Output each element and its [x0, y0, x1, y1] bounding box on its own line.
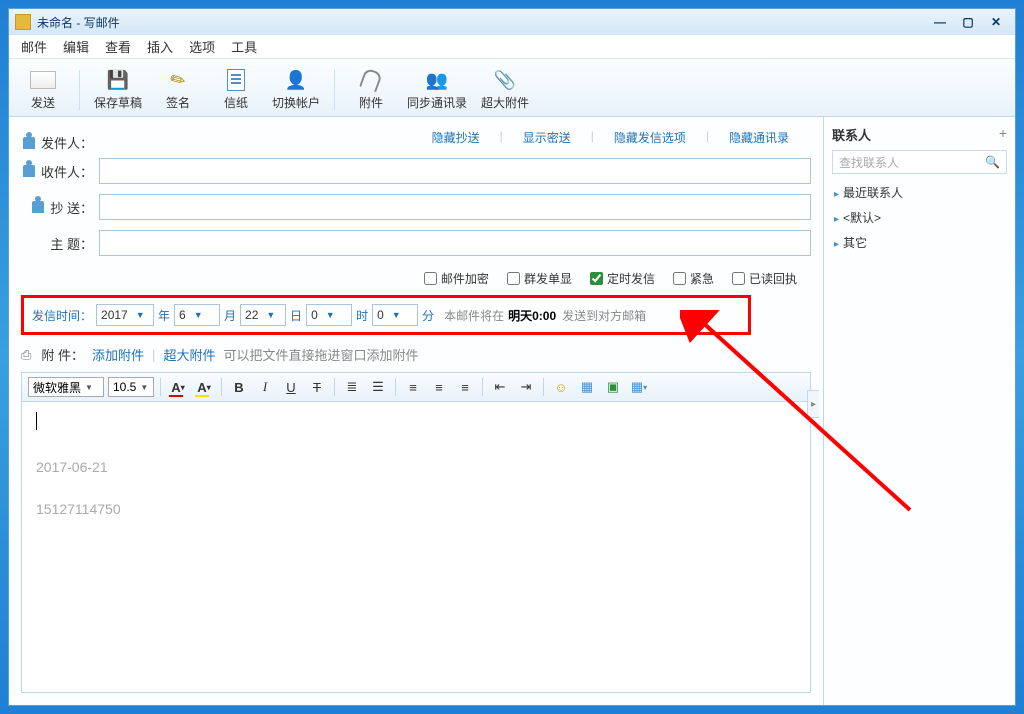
urgent-checkbox[interactable]: 紧急	[673, 270, 714, 287]
hour-select[interactable]: 0▼	[306, 304, 352, 326]
contacts-title: 联系人	[832, 125, 871, 144]
envelope-icon	[30, 71, 56, 89]
signature-button[interactable]: ✎签名	[156, 68, 200, 111]
font-select[interactable]: 微软雅黑▼	[28, 377, 104, 397]
search-icon: 🔍	[985, 155, 1000, 169]
align-center-button[interactable]: ≡	[428, 377, 450, 397]
font-color-button[interactable]: A▾	[167, 377, 189, 397]
hide-contacts-link[interactable]: 隐藏通讯录	[721, 129, 797, 146]
size-select[interactable]: 10.5▼	[108, 377, 154, 397]
header-links: 隐藏抄送 | 显示密送 | 隐藏发信选项 | 隐藏通讯录	[93, 129, 811, 146]
subject-input[interactable]	[99, 230, 811, 256]
month-select[interactable]: 6▼	[174, 304, 220, 326]
bold-button[interactable]: B	[228, 377, 250, 397]
save-draft-button[interactable]: 💾保存草稿	[94, 68, 142, 111]
big-attachment-button[interactable]: 📎超大附件	[481, 68, 529, 111]
hide-cc-link[interactable]: 隐藏抄送	[424, 129, 488, 146]
table-button[interactable]: ▦▾	[628, 377, 650, 397]
person-icon	[23, 137, 35, 149]
receipt-checkbox[interactable]: 已读回执	[732, 270, 797, 287]
paper-icon	[223, 68, 249, 92]
body-line-2: 15127114750	[36, 501, 796, 517]
italic-button[interactable]: I	[254, 377, 276, 397]
to-label: 收件人：	[41, 162, 93, 181]
contacts-group-recent[interactable]: 最近联系人	[832, 180, 1007, 205]
menu-insert[interactable]: 插入	[147, 37, 173, 56]
send-button[interactable]: 发送	[21, 68, 65, 111]
menu-view[interactable]: 查看	[105, 37, 131, 56]
titlebar: 未命名 - 写邮件 — ▢ ✕	[9, 9, 1015, 35]
encrypt-checkbox[interactable]: 邮件加密	[424, 270, 489, 287]
switch-icon: 👤	[283, 68, 309, 92]
list-ul-button[interactable]: ☰	[367, 377, 389, 397]
contacts-group-other[interactable]: 其它	[832, 230, 1007, 255]
window-title: 未命名 - 写邮件	[37, 14, 927, 31]
save-icon: 💾	[105, 68, 131, 92]
contacts-panel: 联系人 + 查找联系人 🔍 最近联系人 <默认> 其它	[823, 117, 1015, 705]
editor-body[interactable]: 2017-06-21 15127114750	[21, 402, 811, 693]
sync-icon: 👥	[424, 68, 450, 92]
compose-area: 发件人： 隐藏抄送 | 显示密送 | 隐藏发信选项 | 隐藏通讯录 收件	[9, 117, 823, 705]
show-bcc-link[interactable]: 显示密送	[515, 129, 579, 146]
attach-row: ⎙ 附 件： 添加附件 | 超大附件 可以把文件直接拖进窗口添加附件	[21, 341, 811, 372]
menu-options[interactable]: 选项	[189, 37, 215, 56]
indent-right-button[interactable]: ⇥	[515, 377, 537, 397]
editor-toolbar: 微软雅黑▼ 10.5▼ A▾ A▾ B I U T ≣ ☰ ≡ ≡ ≡ ⇤ ⇥	[21, 372, 811, 402]
contacts-group-default[interactable]: <默认>	[832, 205, 1007, 230]
align-right-button[interactable]: ≡	[454, 377, 476, 397]
scheduled-checkbox[interactable]: 定时发信	[590, 270, 655, 287]
cc-input[interactable]	[99, 194, 811, 220]
mass-checkbox[interactable]: 群发单显	[507, 270, 572, 287]
day-select[interactable]: 22▼	[240, 304, 286, 326]
menu-tools[interactable]: 工具	[231, 37, 257, 56]
switch-account-button[interactable]: 👤切换帐户	[272, 68, 320, 111]
attach-label: 附 件：	[41, 345, 84, 364]
collapse-tab[interactable]: ▸	[807, 390, 819, 418]
person-icon	[23, 165, 35, 177]
paperclip-icon: ⎙	[21, 347, 31, 363]
body-line-1: 2017-06-21	[36, 459, 796, 475]
image-button[interactable]: ▦	[576, 377, 598, 397]
sync-contacts-button[interactable]: 👥同步通讯录	[407, 68, 467, 111]
person-icon	[32, 201, 44, 213]
from-label: 发件人：	[41, 133, 93, 152]
paperclip-icon	[358, 68, 384, 92]
schedule-row: 发信时间： 2017▼ 年 6▼ 月 22▼ 日 0▼ 时 0▼ 分 本邮件将在…	[21, 295, 751, 335]
big-attach-icon: 📎	[492, 68, 518, 92]
menu-mail[interactable]: 邮件	[21, 37, 47, 56]
strike-button[interactable]: T	[306, 377, 328, 397]
attach-hint: 可以把文件直接拖进窗口添加附件	[223, 345, 418, 364]
contacts-search[interactable]: 查找联系人 🔍	[832, 150, 1007, 174]
schedule-label: 发信时间：	[32, 307, 92, 324]
screenshot-button[interactable]: ▣	[602, 377, 624, 397]
add-attachment-link[interactable]: 添加附件	[92, 345, 144, 364]
list-ol-button[interactable]: ≣	[341, 377, 363, 397]
indent-left-button[interactable]: ⇤	[489, 377, 511, 397]
cc-label: 抄 送：	[50, 198, 93, 217]
attachment-button[interactable]: 附件	[349, 68, 393, 111]
hide-send-opts-link[interactable]: 隐藏发信选项	[606, 129, 694, 146]
add-contact-button[interactable]: +	[999, 125, 1007, 144]
app-icon	[15, 14, 31, 30]
menubar: 邮件 编辑 查看 插入 选项 工具	[9, 35, 1015, 59]
to-input[interactable]	[99, 158, 811, 184]
minimize-button[interactable]: —	[927, 14, 953, 30]
maximize-button[interactable]: ▢	[955, 14, 981, 30]
year-select[interactable]: 2017▼	[96, 304, 154, 326]
emoji-button[interactable]: ☺	[550, 377, 572, 397]
align-left-button[interactable]: ≡	[402, 377, 424, 397]
close-button[interactable]: ✕	[983, 14, 1009, 30]
minute-select[interactable]: 0▼	[372, 304, 418, 326]
pen-icon: ✎	[161, 63, 196, 97]
big-attachment-link[interactable]: 超大附件	[163, 345, 215, 364]
main-toolbar: 发送 💾保存草稿 ✎签名 信纸 👤切换帐户 附件 👥同步通讯录 📎超大附件	[9, 59, 1015, 117]
highlight-button[interactable]: A▾	[193, 377, 215, 397]
subject-label: 主 题：	[50, 234, 93, 253]
stationery-button[interactable]: 信纸	[214, 68, 258, 111]
underline-button[interactable]: U	[280, 377, 302, 397]
menu-edit[interactable]: 编辑	[63, 37, 89, 56]
